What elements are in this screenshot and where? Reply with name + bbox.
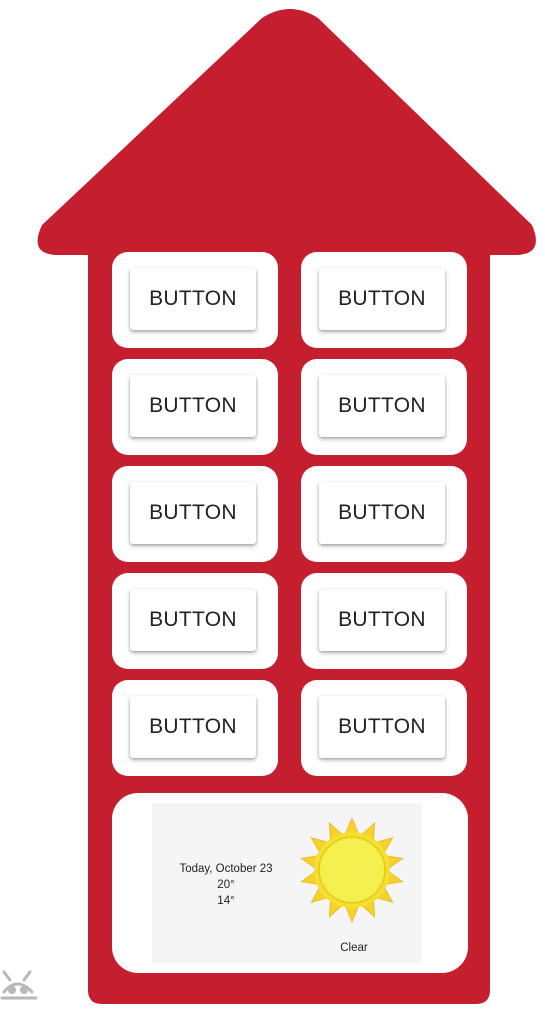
grid-button-8[interactable]: BUTTON xyxy=(319,589,445,651)
weather-widget[interactable]: Today, October 23 20° 14° Clear xyxy=(112,793,468,973)
button-cell: BUTTON xyxy=(112,252,278,348)
weather-condition: Clear xyxy=(340,942,368,954)
grid-button-2[interactable]: BUTTON xyxy=(319,268,445,330)
robot-logo-icon xyxy=(0,958,44,1006)
button-cell: BUTTON xyxy=(301,252,467,348)
grid-button-1[interactable]: BUTTON xyxy=(130,268,256,330)
weather-high-temp: 20° xyxy=(217,879,235,891)
button-cell: BUTTON xyxy=(112,466,278,562)
button-cell: BUTTON xyxy=(301,466,467,562)
button-cell: BUTTON xyxy=(301,359,467,455)
weather-date: Today, October 23 xyxy=(179,863,273,875)
grid-button-4[interactable]: BUTTON xyxy=(319,375,445,437)
grid-button-10[interactable]: BUTTON xyxy=(319,696,445,758)
weather-low-temp: 14° xyxy=(217,895,235,907)
grid-button-3[interactable]: BUTTON xyxy=(130,375,256,437)
weather-info: Today, October 23 20° 14° xyxy=(162,861,290,909)
grid-button-9[interactable]: BUTTON xyxy=(130,696,256,758)
grid-button-5[interactable]: BUTTON xyxy=(130,482,256,544)
button-cell: BUTTON xyxy=(112,680,278,776)
button-cell: BUTTON xyxy=(301,573,467,669)
sun-icon xyxy=(297,815,407,925)
button-cell: BUTTON xyxy=(112,573,278,669)
button-cell: BUTTON xyxy=(301,680,467,776)
grid-button-6[interactable]: BUTTON xyxy=(319,482,445,544)
button-cell: BUTTON xyxy=(112,359,278,455)
grid-button-7[interactable]: BUTTON xyxy=(130,589,256,651)
weather-panel: Today, October 23 20° 14° Clear xyxy=(152,803,422,963)
